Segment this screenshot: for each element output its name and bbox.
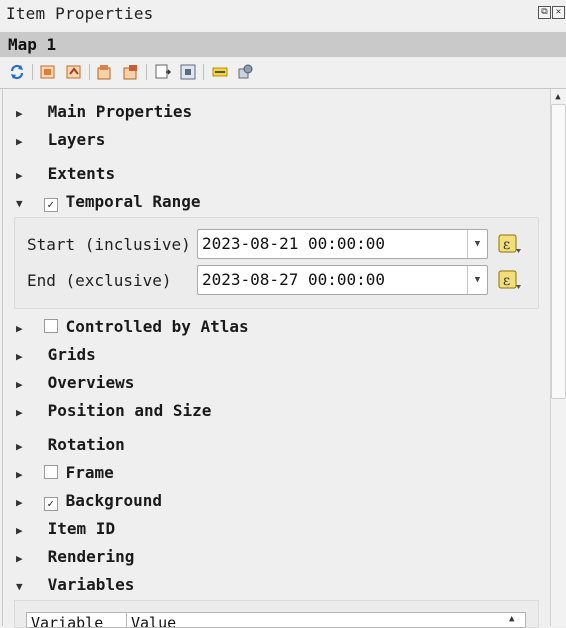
section-temporal-range[interactable]: ▼ ✓ Temporal Range — [16, 191, 201, 213]
scrollbar-thumb[interactable] — [551, 104, 566, 399]
section-label: Variables — [47, 575, 135, 594]
chevron-down-icon[interactable]: ▼ — [467, 266, 487, 294]
expression-icon[interactable]: ε — [498, 269, 522, 291]
collapsed-arrow-icon: ▶ — [16, 440, 23, 453]
svg-text:ε: ε — [503, 273, 510, 289]
section-label: Frame — [65, 463, 114, 482]
collapsed-arrow-icon: ▶ — [16, 552, 23, 565]
collapsed-arrow-icon: ▶ — [16, 496, 23, 509]
section-background[interactable]: ▶ ✓ Background — [16, 490, 162, 512]
set-map-extent-icon[interactable] — [40, 64, 56, 80]
section-main-properties[interactable]: ▶ Main Properties — [16, 101, 192, 123]
expanded-arrow-icon: ▼ — [16, 580, 23, 593]
collapsed-arrow-icon: ▶ — [16, 322, 23, 335]
move-content-icon[interactable] — [155, 64, 171, 80]
section-extents[interactable]: ▶ Extents — [16, 163, 115, 185]
section-grids[interactable]: ▶ Grids — [16, 344, 96, 366]
collapsed-arrow-icon: ▶ — [16, 468, 23, 481]
toolbar-separator — [203, 64, 204, 80]
end-datetime-input[interactable]: 2023-08-27 00:00:00 ▼ — [197, 265, 488, 295]
item-name: Map 1 — [8, 35, 57, 54]
section-controlled-by-atlas[interactable]: ▶ Controlled by Atlas — [16, 316, 249, 338]
section-label: Temporal Range — [65, 192, 201, 211]
section-label: Item ID — [47, 519, 116, 538]
expanded-arrow-icon: ▼ — [16, 197, 23, 210]
zoom-full-icon[interactable] — [180, 64, 196, 80]
toolbar-separator — [32, 64, 33, 80]
toolbar — [0, 58, 566, 89]
section-layers[interactable]: ▶ Layers — [16, 129, 105, 151]
section-item-id[interactable]: ▶ Item ID — [16, 518, 115, 540]
end-label: End (exclusive) — [27, 271, 172, 290]
toolbar-separator — [146, 64, 147, 80]
section-label: Overviews — [47, 373, 135, 392]
refresh-icon[interactable] — [9, 64, 25, 80]
window-title: Item Properties — [6, 4, 154, 23]
collapsed-arrow-icon: ▶ — [16, 135, 23, 148]
controlled-by-atlas-checkbox[interactable] — [43, 319, 58, 333]
section-label: Extents — [47, 164, 116, 183]
section-frame[interactable]: ▶ Frame — [16, 462, 114, 484]
section-label: Rotation — [47, 435, 125, 454]
chevron-down-icon[interactable]: ▼ — [467, 230, 487, 258]
end-datetime-value: 2023-08-27 00:00:00 — [202, 270, 386, 289]
close-icon[interactable]: ✕ — [552, 6, 565, 19]
table-scroll-up-icon[interactable]: ▲ — [509, 613, 514, 625]
collapsed-arrow-icon: ▶ — [16, 524, 23, 537]
collapsed-arrow-icon: ▶ — [16, 107, 23, 120]
value-column-header[interactable]: Value — [131, 615, 176, 627]
section-rendering[interactable]: ▶ Rendering — [16, 546, 134, 568]
section-label: Layers — [47, 130, 106, 149]
collapsed-arrow-icon: ▶ — [16, 406, 23, 419]
section-label: Position and Size — [47, 401, 212, 420]
label-settings-icon[interactable] — [212, 64, 228, 80]
view-extent-icon[interactable] — [66, 64, 82, 80]
variables-column-header[interactable]: Variable — [31, 615, 103, 627]
start-label: Start (inclusive) — [27, 235, 191, 254]
section-label: Background — [65, 491, 162, 510]
float-icon[interactable]: ⧉ — [538, 6, 551, 19]
section-variables[interactable]: ▼ Variables — [16, 574, 134, 596]
frame-checkbox[interactable] — [43, 465, 58, 479]
start-datetime-input[interactable]: 2023-08-21 00:00:00 ▼ — [197, 229, 488, 259]
view-scale-icon[interactable] — [123, 64, 139, 80]
collapsed-arrow-icon: ▶ — [16, 350, 23, 363]
scroll-up-icon[interactable]: ▲ — [551, 90, 565, 104]
overview-icon[interactable] — [237, 64, 253, 80]
section-label: Main Properties — [47, 102, 193, 121]
section-label: Rendering — [47, 547, 135, 566]
set-map-scale-icon[interactable] — [97, 64, 113, 80]
section-rotation[interactable]: ▶ Rotation — [16, 434, 125, 456]
toolbar-separator — [89, 64, 90, 80]
section-label: Controlled by Atlas — [65, 317, 249, 336]
section-overviews[interactable]: ▶ Overviews — [16, 372, 134, 394]
column-divider — [126, 613, 127, 627]
svg-text:ε: ε — [503, 237, 510, 253]
temporal-range-checkbox[interactable]: ✓ — [43, 198, 58, 212]
collapsed-arrow-icon: ▶ — [16, 169, 23, 182]
expression-icon[interactable]: ε — [498, 233, 522, 255]
item-name-bar — [0, 32, 566, 57]
collapsed-arrow-icon: ▶ — [16, 378, 23, 391]
start-datetime-value: 2023-08-21 00:00:00 — [202, 234, 386, 253]
section-position-and-size[interactable]: ▶ Position and Size — [16, 400, 211, 422]
background-checkbox[interactable]: ✓ — [43, 497, 58, 511]
section-label: Grids — [47, 345, 96, 364]
